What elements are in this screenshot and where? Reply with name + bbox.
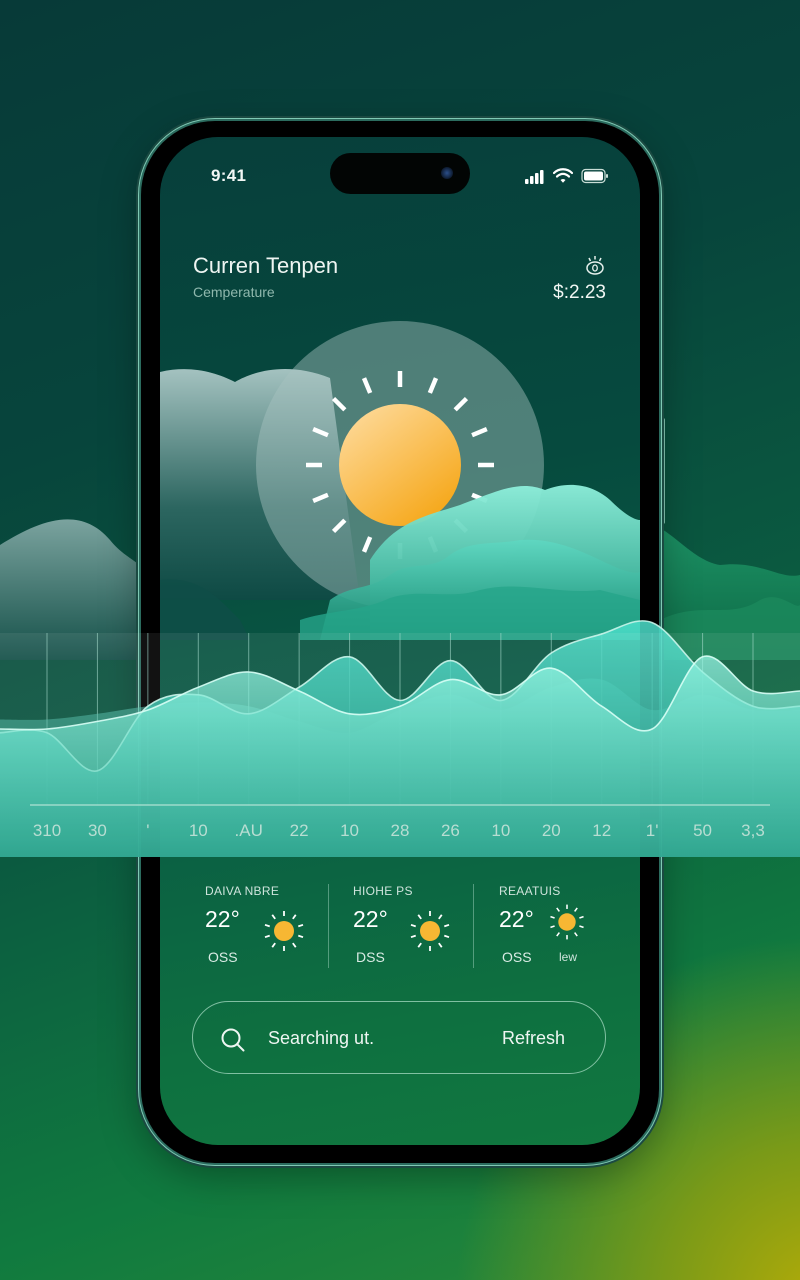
x-tick-label: 22 [289, 821, 309, 840]
forecast-divider [473, 884, 474, 968]
forecast-extra: lew [559, 950, 578, 964]
page-subtitle: Cemperature [193, 284, 275, 300]
sun-ray [443, 923, 450, 928]
x-tick-label: 1' [645, 821, 659, 840]
sun-ray [297, 923, 304, 928]
sun-ray [438, 942, 443, 948]
x-tick-label: 10 [491, 821, 511, 840]
sun-ray [579, 915, 584, 919]
sun-ray [579, 925, 584, 929]
sun-disk [558, 913, 576, 931]
search-input[interactable]: Searching ut. [268, 1028, 374, 1049]
forecast-card[interactable]: REAATUIS 22° OSS lew [499, 880, 629, 966]
header-value: $:2.23 [553, 282, 606, 303]
x-tick-label: 10 [340, 821, 360, 840]
sun-disk [274, 921, 294, 941]
sun-ray [264, 934, 271, 939]
sun-ray [556, 932, 560, 937]
sun-ray [297, 934, 304, 939]
forecast-temp: 22° [205, 906, 240, 932]
forecast-card[interactable]: HIOHE PS 22° DSS [353, 880, 483, 966]
x-tick-label: .AU [234, 821, 263, 840]
x-tick-label: ' [146, 821, 150, 840]
x-tick-label: 3,3 [741, 821, 765, 840]
forecast-title: REAATUIS [499, 884, 561, 898]
sun-ray [443, 934, 450, 939]
sun-icon [410, 911, 450, 951]
x-tick-label: 12 [592, 821, 612, 840]
search-icon[interactable] [220, 1027, 246, 1053]
page-title: Curren Tenpen [193, 253, 339, 278]
sun-ray [271, 942, 276, 948]
x-tick-label: 310 [32, 821, 62, 840]
power-button[interactable] [659, 418, 665, 524]
x-tick-label: 10 [188, 821, 208, 840]
sun-ray [410, 923, 417, 928]
status-time: 9:41 [211, 166, 247, 185]
x-tick-label: 26 [440, 821, 460, 840]
sun-ray [574, 907, 578, 912]
forecast-divider [328, 884, 329, 968]
forecast-title: HIOHE PS [353, 884, 413, 898]
cellular-signal-icon [525, 170, 544, 184]
sun-ray [410, 934, 417, 939]
forecast-condition: OSS [502, 949, 532, 965]
sun-disk [420, 921, 440, 941]
wifi-icon [553, 168, 573, 183]
forecast-temp: 22° [499, 906, 534, 932]
sun-icon [550, 904, 584, 940]
forecast-title: DAIVA NBRE [205, 884, 280, 898]
forecast-condition: OSS [208, 949, 238, 965]
sun-ray [550, 915, 555, 919]
refresh-button[interactable]: Refresh [502, 1028, 565, 1049]
forecast-condition: DSS [356, 949, 385, 965]
eye-icon[interactable] [584, 254, 606, 276]
x-tick-label: 50 [693, 821, 713, 840]
sun-ray [550, 925, 555, 929]
x-tick-label: 20 [541, 821, 561, 840]
x-tick-label: 30 [87, 821, 107, 840]
sun-icon [264, 911, 304, 951]
sun-ray [292, 942, 297, 948]
sun-ray [271, 914, 276, 920]
sun-ray [417, 942, 422, 948]
sun-ray [292, 914, 297, 920]
sun-icon [339, 404, 461, 526]
sun-ray [574, 932, 578, 937]
battery-icon [581, 168, 608, 184]
sun-ray [556, 907, 560, 912]
x-tick-label: 28 [390, 821, 410, 840]
sun-ray [264, 923, 271, 928]
sun-ray [417, 914, 422, 920]
forecast-card[interactable]: DAIVA NBRE 22° OSS [205, 880, 335, 966]
forecast-temp: 22° [353, 906, 388, 932]
front-camera-icon [441, 167, 453, 179]
sun-ray [438, 914, 443, 920]
